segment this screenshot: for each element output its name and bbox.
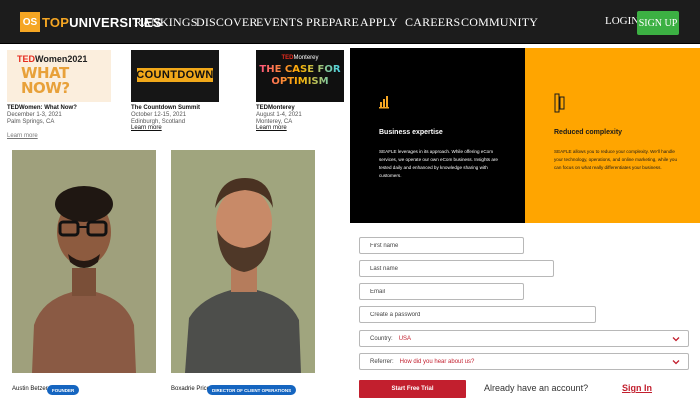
event-date: December 1-3, 2021 <box>7 112 62 118</box>
country-label: Country: <box>370 335 393 342</box>
email-field[interactable] <box>359 283 524 300</box>
event-date: August 1-4, 2021 <box>256 112 302 118</box>
sign-in-link[interactable]: Sign In <box>622 383 652 393</box>
feature-card-business-expertise: Business expertise SEAFLE leverages in i… <box>350 48 525 223</box>
team-photo-boxadrie <box>171 150 315 373</box>
feature-title: Reduced complexity <box>554 129 623 136</box>
referrer-label: Referrer: <box>370 358 394 365</box>
start-free-trial-button[interactable]: Start Free Trial <box>359 380 466 398</box>
event-info-tedmonterey: TEDMonterey August 1-4, 2021 Monterey, C… <box>256 105 302 126</box>
feature-title: Business expertise <box>379 129 443 136</box>
what-now-artwork: WHAT NOW? <box>21 64 70 97</box>
feature-description: SEAFLE leverages in its approach. While … <box>379 149 498 178</box>
top-navbar: OS TOPUNIVERSITIES RANKINGS DISCOVER EVE… <box>0 0 700 44</box>
nav-apply[interactable]: APPLY <box>360 15 398 30</box>
team-member-name: Boxadrie Price <box>171 386 211 392</box>
person-portrait-icon <box>12 150 156 373</box>
learn-more-link[interactable]: Learn more <box>7 133 38 139</box>
event-thumbnail-tedwomen[interactable]: TEDWomen2021 WHAT NOW? <box>7 50 111 102</box>
event-date: October 12-15, 2021 <box>131 112 187 118</box>
chevron-down-icon <box>672 360 680 365</box>
country-select[interactable]: Country: USA <box>359 330 689 347</box>
signup-button[interactable]: SIGN UP <box>637 11 679 35</box>
feature-card-reduced-complexity: Reduced complexity SEAFLE allows you to … <box>525 48 700 223</box>
already-have-account-text: Already have an account? <box>484 383 589 393</box>
event-title: TEDMonterey <box>256 105 295 111</box>
countdown-wordmark: COUNTDOWN <box>136 68 214 82</box>
team-member-name: Austin Betzer <box>12 386 48 392</box>
role-badge: DIRECTOR OF CLIENT OPERATIONS <box>207 385 297 395</box>
nav-rankings[interactable]: RANKINGS <box>134 15 198 30</box>
event-place: Palm Springs, CA <box>7 119 55 125</box>
role-badge: FOUNDER <box>47 385 80 395</box>
logo-word-top: TOP <box>42 14 70 30</box>
logo-badge: OS <box>20 12 40 32</box>
event-title: TEDWomen: What Now? <box>7 105 77 111</box>
optimism-artwork: THE CASE FOR OPTIMISM <box>256 64 344 88</box>
learn-more-link[interactable]: Learn more <box>131 125 162 131</box>
nav-community[interactable]: COMMUNITY <box>461 15 538 30</box>
bar-chart-icon <box>379 96 389 109</box>
nav-discover[interactable]: DISCOVER <box>196 15 258 30</box>
first-name-field[interactable] <box>359 237 524 254</box>
event-thumbnail-countdown[interactable]: COUNTDOWN <box>131 50 219 102</box>
event-info-tedwomen: TEDWomen: What Now? December 1-3, 2021 P… <box>7 105 77 126</box>
referrer-select[interactable]: Referrer: How did you hear about us? <box>359 353 689 370</box>
learn-more-link[interactable]: Learn more <box>256 125 287 131</box>
right-panel: Business expertise SEAFLE leverages in i… <box>350 45 700 400</box>
referrer-value: How did you hear about us? <box>399 358 475 365</box>
login-link[interactable]: LOGIN <box>605 15 639 27</box>
left-panel: TEDWomen2021 WHAT NOW? COUNTDOWN TEDMont… <box>0 45 350 400</box>
nav-prepare[interactable]: PREPARE <box>306 15 359 30</box>
chevron-down-icon <box>672 337 680 342</box>
team-photo-austin <box>12 150 156 373</box>
last-name-field[interactable] <box>359 260 554 277</box>
nav-events[interactable]: EVENTS <box>256 15 303 30</box>
feature-description: SEAFLE allows you to reduce your complex… <box>554 149 677 170</box>
event-thumbnail-tedmonterey[interactable]: TEDMonterey THE CASE FOR OPTIMISM <box>256 50 344 102</box>
layers-icon <box>554 93 565 113</box>
page: OS TOPUNIVERSITIES RANKINGS DISCOVER EVE… <box>0 0 700 400</box>
event-title: The Countdown Summit <box>131 105 200 111</box>
country-value: USA <box>398 335 412 342</box>
nav-careers[interactable]: CAREERS <box>405 15 460 30</box>
ted-logo: TEDWomen2021 <box>17 54 88 64</box>
event-info-countdown: The Countdown Summit October 12-15, 2021… <box>131 105 200 126</box>
password-field[interactable] <box>359 306 596 323</box>
tedmonterey-logo: TEDMonterey <box>281 55 319 61</box>
person-portrait-icon <box>171 150 315 373</box>
